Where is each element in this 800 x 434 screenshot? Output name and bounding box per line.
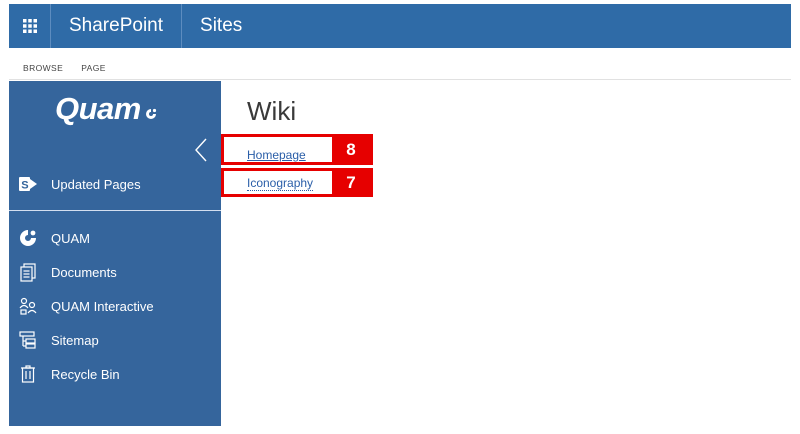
app-launcher-icon[interactable] — [9, 4, 51, 48]
logo-mark-icon — [144, 107, 158, 125]
sharepoint-s-icon: S — [17, 173, 39, 195]
page-title: Wiki — [247, 96, 297, 126]
app-name[interactable]: SharePoint — [51, 4, 183, 48]
svg-text:S: S — [21, 180, 28, 192]
nav-item-quam-interactive[interactable]: QUAM Interactive — [9, 294, 221, 318]
tab-page[interactable]: PAGE — [81, 63, 106, 73]
interactive-icon — [17, 295, 39, 317]
nav-item-label: Recycle Bin — [51, 366, 120, 382]
nav-item-label: QUAM Interactive — [51, 298, 154, 314]
nav-item-label: Sitemap — [51, 332, 99, 348]
quam-logo-icon — [17, 227, 39, 249]
sites-link[interactable]: Sites — [182, 4, 260, 48]
homepage-number-badge: 8 — [332, 137, 370, 162]
collapse-nav-chevron-icon[interactable] — [193, 137, 209, 163]
nav-divider — [9, 210, 221, 211]
ribbon: BROWSE PAGE — [9, 56, 791, 80]
documents-icon — [17, 261, 39, 283]
suite-bar: SharePoint Sites — [9, 4, 791, 48]
nav-item-label: Documents — [51, 264, 117, 280]
nav-item-recycle-bin[interactable]: Recycle Bin — [9, 362, 221, 386]
nav-item-quam[interactable]: QUAM — [9, 226, 221, 250]
nav-item-updated-pages[interactable]: S Updated Pages — [9, 172, 221, 196]
nav-item-label: Updated Pages — [51, 176, 141, 192]
nav-item-sitemap[interactable]: Sitemap — [9, 328, 221, 352]
site-logo[interactable]: Quam — [55, 91, 158, 127]
recycle-bin-icon — [17, 363, 39, 385]
sitemap-icon — [17, 329, 39, 351]
nav-item-label: QUAM — [51, 230, 90, 246]
logo-text: Quam — [55, 91, 141, 126]
nav-item-documents[interactable]: Documents — [9, 260, 221, 284]
tab-browse[interactable]: BROWSE — [23, 63, 63, 73]
left-navigation: Quam S Updated Pages QUAM Documents QUAM… — [9, 81, 221, 426]
iconography-number-badge: 7 — [332, 171, 370, 194]
